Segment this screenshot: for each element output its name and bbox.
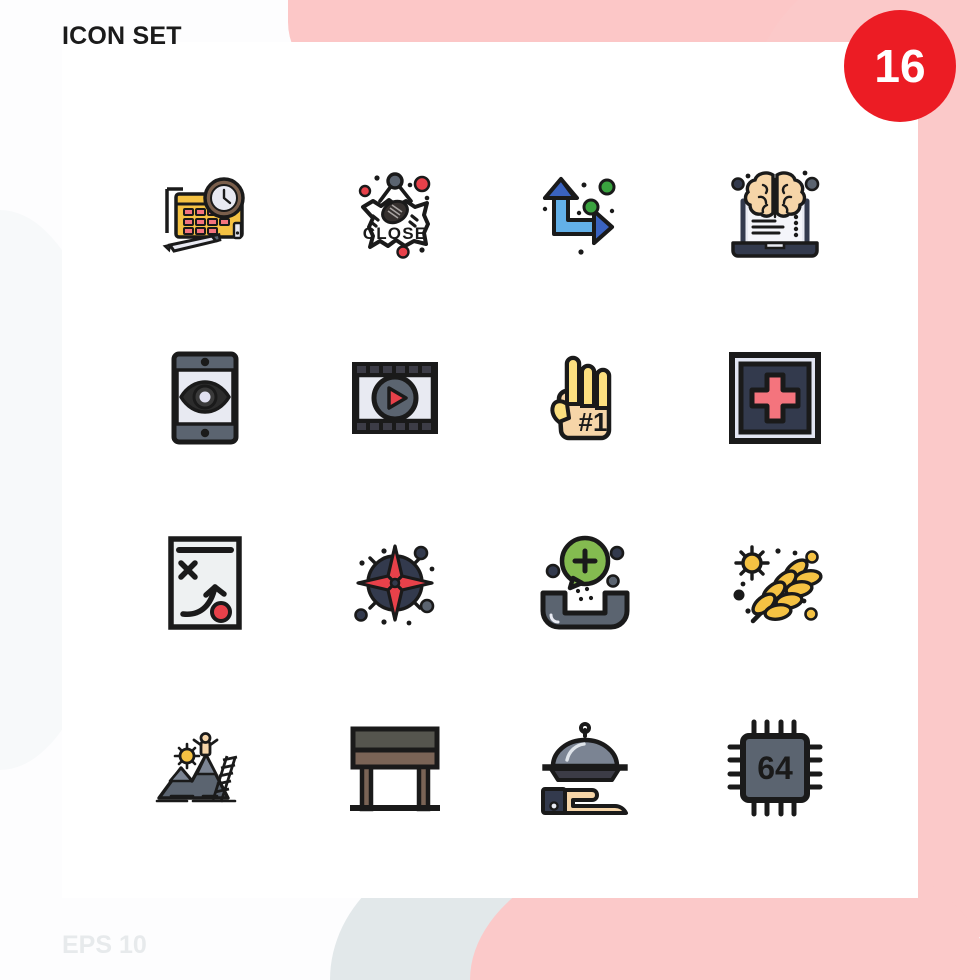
icon-cell-8[interactable] [680, 305, 870, 490]
strategy-playbook-icon [168, 535, 242, 630]
format-label: EPS 10 [62, 931, 147, 959]
icon-cell-15[interactable] [490, 675, 680, 860]
icon-count-value: 16 [874, 40, 926, 92]
foam-finger-text: #1 [579, 407, 608, 437]
icon-grid: CLOSE #1 64 [110, 120, 870, 860]
icon-count-badge: 16 [844, 10, 956, 122]
icon-cell-12[interactable] [680, 490, 870, 675]
icon-cell-4[interactable] [680, 120, 870, 305]
icon-cell-10[interactable] [300, 490, 490, 675]
wheat-sun-icon [733, 544, 823, 623]
icon-cell-13[interactable] [110, 675, 300, 860]
close-sign-text: CLOSE [363, 224, 428, 243]
laptop-brain-icon [731, 170, 820, 258]
icon-cell-16[interactable]: 64 [680, 675, 870, 860]
icon-cell-6[interactable] [300, 305, 490, 490]
medical-cross-frame-icon [729, 351, 821, 444]
table-furniture-icon [350, 726, 440, 811]
film-play-icon [352, 361, 438, 434]
cpu-chip-text: 64 [757, 750, 793, 786]
mobile-eye-icon [171, 351, 239, 444]
calendar-clock-pencil-icon [162, 176, 245, 253]
icon-cell-7[interactable]: #1 [490, 305, 680, 490]
serving-hand-cloche-icon [541, 721, 628, 815]
page-title: ICON SET [62, 22, 182, 50]
icon-cell-14[interactable] [300, 675, 490, 860]
icon-cell-9[interactable] [110, 490, 300, 675]
icon-set-poster: ICON SET 16 EPS 10 CLOSE #1 64 [0, 0, 980, 980]
icon-cell-2[interactable]: CLOSE [300, 120, 490, 305]
cpu-chip-64-icon: 64 [727, 719, 823, 816]
icon-cell-3[interactable] [490, 120, 680, 305]
mountain-summit-ladder-icon [155, 731, 238, 802]
phone-add-call-icon [540, 535, 630, 629]
icon-cell-11[interactable] [490, 490, 680, 675]
close-sign-icon: CLOSE [358, 171, 431, 259]
foam-finger-number-one-icon: #1 [550, 355, 612, 440]
compass-rose-icon [354, 543, 435, 625]
icon-cell-5[interactable] [110, 305, 300, 490]
icon-cell-1[interactable] [110, 120, 300, 305]
direction-arrows-icon [542, 176, 616, 255]
